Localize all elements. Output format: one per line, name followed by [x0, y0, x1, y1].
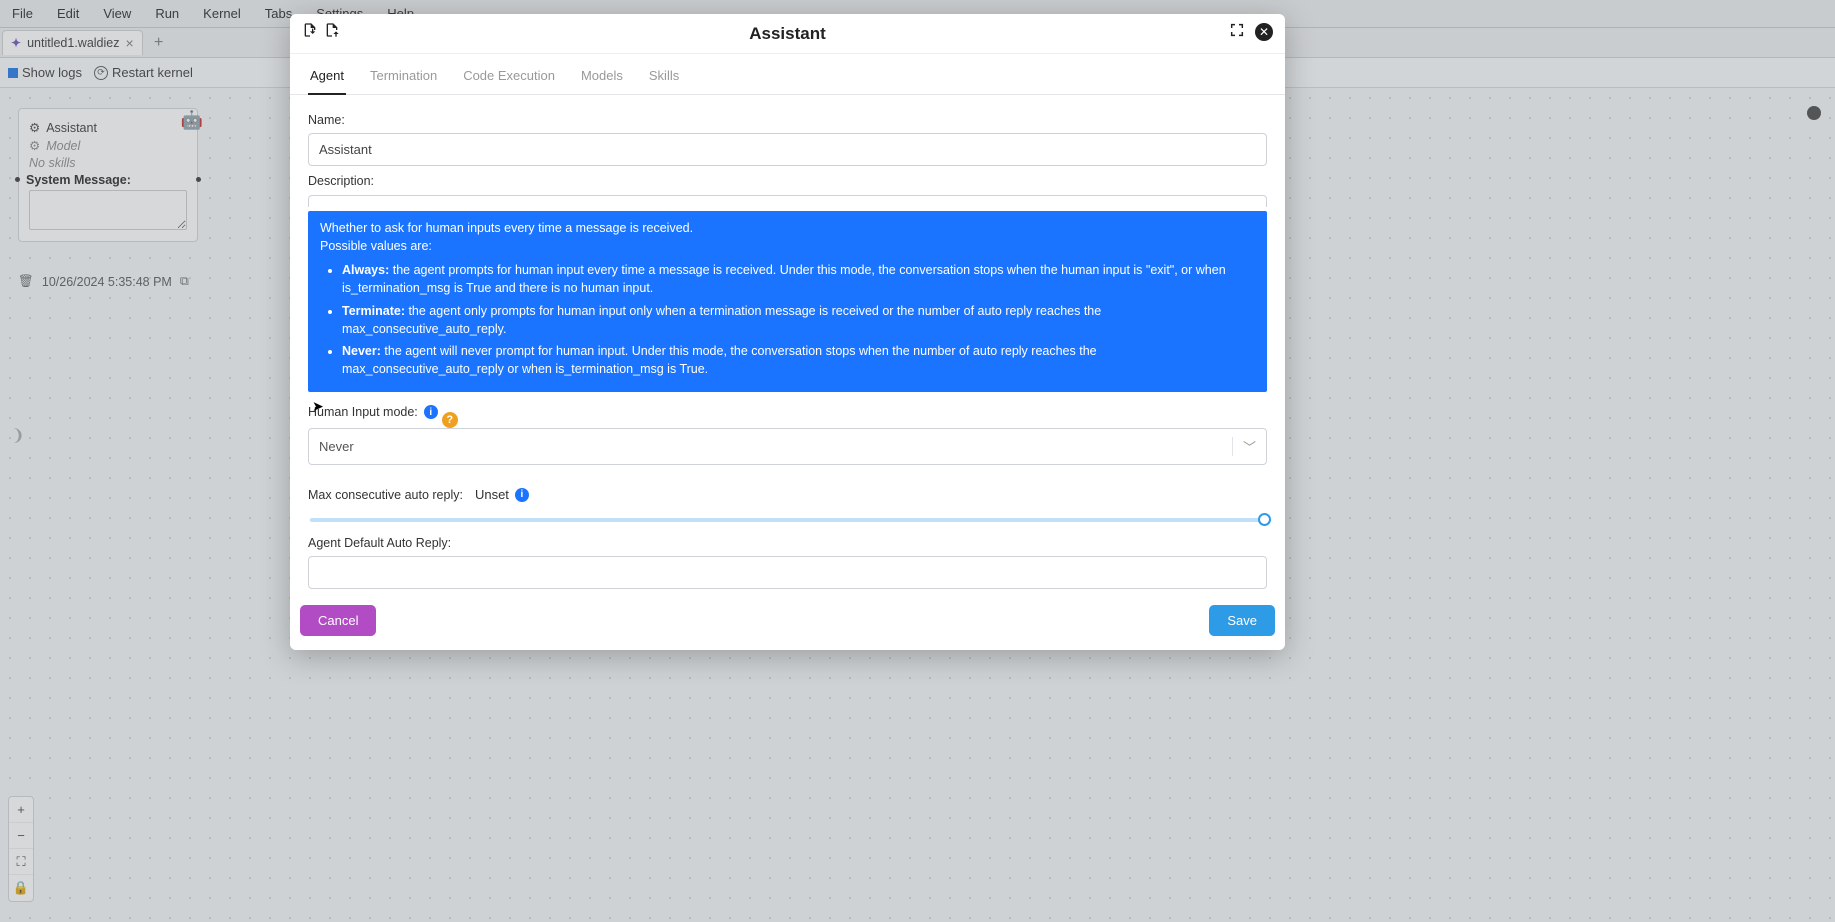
tooltip-opt-always: Always: the agent prompts for human inpu…: [342, 261, 1255, 297]
human-input-select[interactable]: Never ﹀: [308, 428, 1267, 465]
modal-body: Name: Description: Whether to ask for hu…: [290, 95, 1285, 595]
info-icon[interactable]: i: [424, 405, 438, 419]
tooltip-intro2: Possible values are:: [320, 237, 1255, 255]
tab-skills[interactable]: Skills: [647, 62, 681, 94]
export-icon[interactable]: [324, 22, 340, 41]
tab-models[interactable]: Models: [579, 62, 625, 94]
human-input-help-tooltip: Whether to ask for human inputs every ti…: [308, 211, 1267, 392]
max-auto-value: Unset: [475, 487, 509, 502]
default-reply-input[interactable]: [308, 556, 1267, 589]
cancel-button[interactable]: Cancel: [300, 605, 376, 636]
tab-code-execution[interactable]: Code Execution: [461, 62, 557, 94]
default-reply-label: Agent Default Auto Reply:: [308, 536, 1267, 550]
slider-thumb[interactable]: [1258, 513, 1271, 526]
modal-header: Assistant ✕: [290, 14, 1285, 54]
info-icon-2[interactable]: i: [515, 488, 529, 502]
max-auto-slider[interactable]: [310, 518, 1265, 522]
tooltip-opt-never: Never: the agent will never prompt for h…: [342, 342, 1255, 378]
hint-marker-icon: ?: [442, 412, 458, 428]
tab-agent[interactable]: Agent: [308, 62, 346, 95]
max-auto-label: Max consecutive auto reply:: [308, 488, 463, 502]
modal-footer: Cancel Save: [290, 595, 1285, 650]
human-input-label: Human Input mode:: [308, 405, 418, 419]
assistant-settings-modal: Assistant ✕ Agent Termination Code Execu…: [290, 14, 1285, 650]
tooltip-opt-terminate: Terminate: the agent only prompts for hu…: [342, 302, 1255, 338]
save-button[interactable]: Save: [1209, 605, 1275, 636]
import-icon[interactable]: [302, 22, 318, 41]
name-input[interactable]: [308, 133, 1267, 166]
tooltip-intro1: Whether to ask for human inputs every ti…: [320, 219, 1255, 237]
human-input-value: Never: [319, 439, 354, 454]
modal-tabs: Agent Termination Code Execution Models …: [290, 54, 1285, 95]
chevron-down-icon: ﹀: [1232, 437, 1256, 456]
fullscreen-icon[interactable]: [1229, 22, 1245, 41]
description-label: Description:: [308, 174, 1267, 188]
name-label: Name:: [308, 113, 1267, 127]
tab-termination[interactable]: Termination: [368, 62, 439, 94]
mouse-cursor-icon: ➤: [312, 398, 324, 415]
description-input[interactable]: [308, 195, 1267, 207]
modal-title: Assistant: [749, 24, 826, 44]
close-icon[interactable]: ✕: [1255, 23, 1273, 41]
